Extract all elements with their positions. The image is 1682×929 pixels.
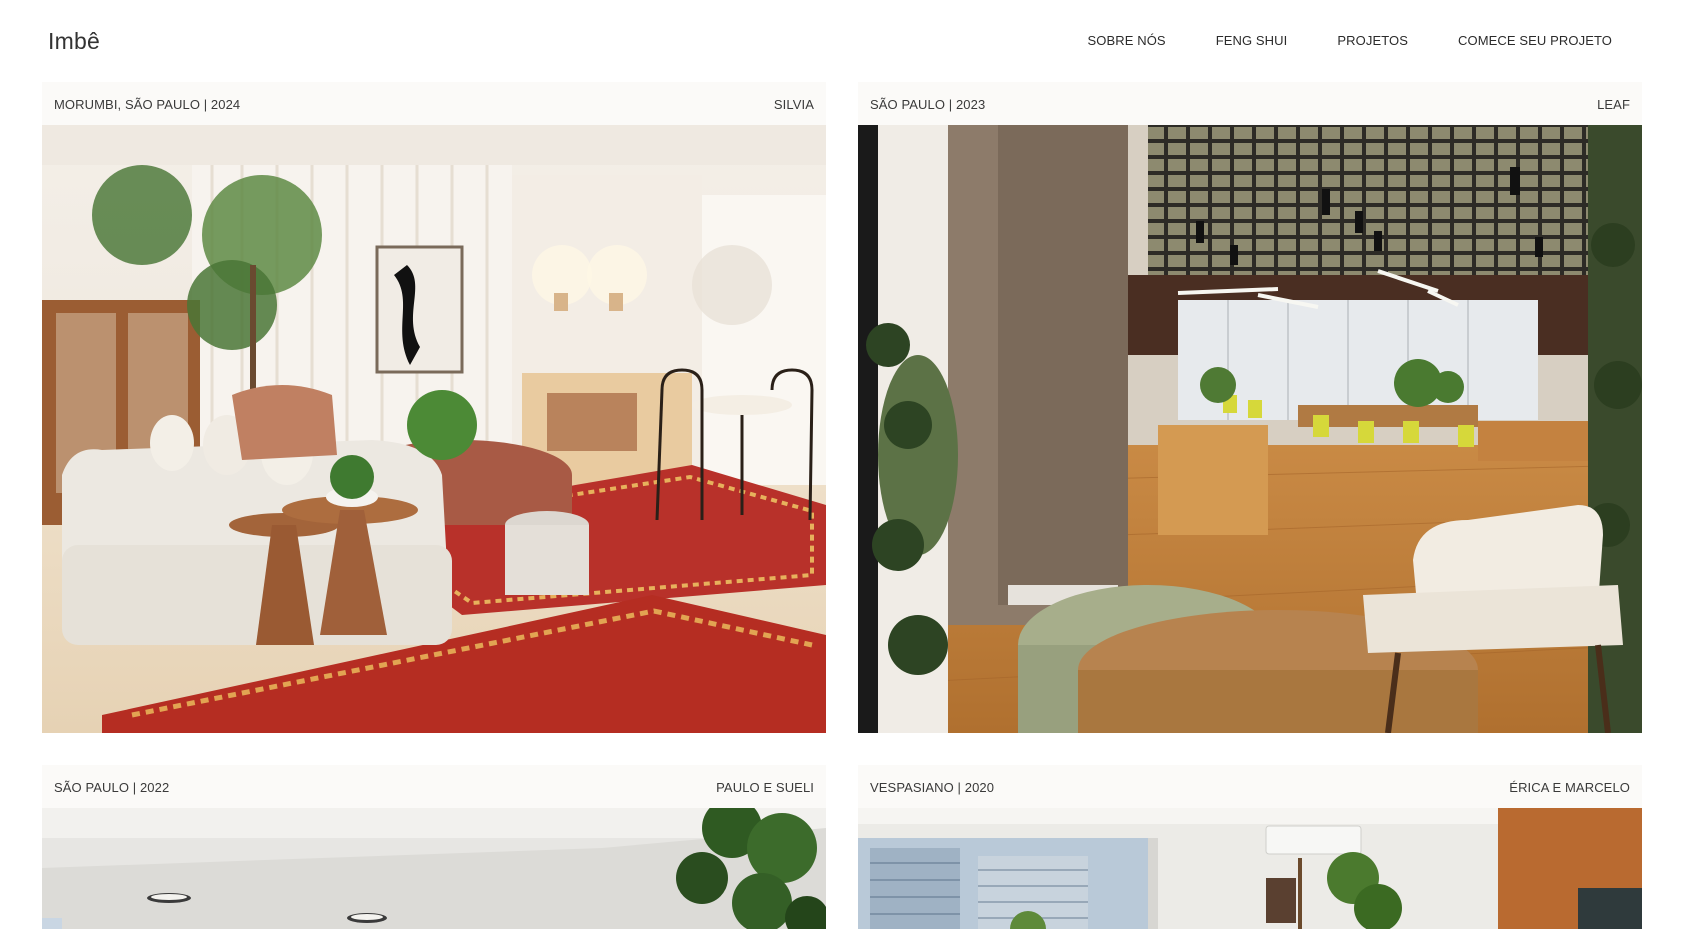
project-client: SILVIA <box>773 97 814 112</box>
apartment-image <box>858 808 1642 929</box>
site-header: Imbê SOBRE NÓS FENG SHUI PROJETOS COMECE… <box>0 0 1682 82</box>
nav-item-sobre-nos[interactable]: SOBRE NÓS <box>1087 33 1165 48</box>
project-photo[interactable] <box>858 125 1642 733</box>
project-photo[interactable] <box>858 808 1642 929</box>
project-photo[interactable] <box>42 808 826 929</box>
project-meta: SÃO PAULO | 2023 LEAF <box>858 82 1642 125</box>
nav-item-projetos[interactable]: PROJETOS <box>1337 33 1408 48</box>
logo[interactable]: Imbê <box>48 28 100 55</box>
interior-image <box>42 808 826 929</box>
project-client: LEAF <box>1597 97 1630 112</box>
nav-item-feng-shui[interactable]: FENG SHUI <box>1216 33 1288 48</box>
project-meta: MORUMBI, SÃO PAULO | 2024 SILVIA <box>42 82 826 125</box>
project-client: PAULO E SUELI <box>716 780 814 795</box>
project-location: SÃO PAULO | 2022 <box>54 780 170 795</box>
project-meta: VESPASIANO | 2020 ÉRICA E MARCELO <box>858 765 1642 808</box>
project-photo[interactable] <box>42 125 826 733</box>
project-client: ÉRICA E MARCELO <box>1509 780 1630 795</box>
project-meta: SÃO PAULO | 2022 PAULO E SUELI <box>42 765 826 808</box>
project-location: VESPASIANO | 2020 <box>870 780 995 795</box>
project-location: SÃO PAULO | 2023 <box>870 97 986 112</box>
office-image <box>858 125 1642 733</box>
living-room-image <box>42 125 826 733</box>
project-location: MORUMBI, SÃO PAULO | 2024 <box>54 97 241 112</box>
main-nav: SOBRE NÓS FENG SHUI PROJETOS COMECE SEU … <box>1087 33 1612 48</box>
nav-item-comece-seu-projeto[interactable]: COMECE SEU PROJETO <box>1458 33 1612 48</box>
